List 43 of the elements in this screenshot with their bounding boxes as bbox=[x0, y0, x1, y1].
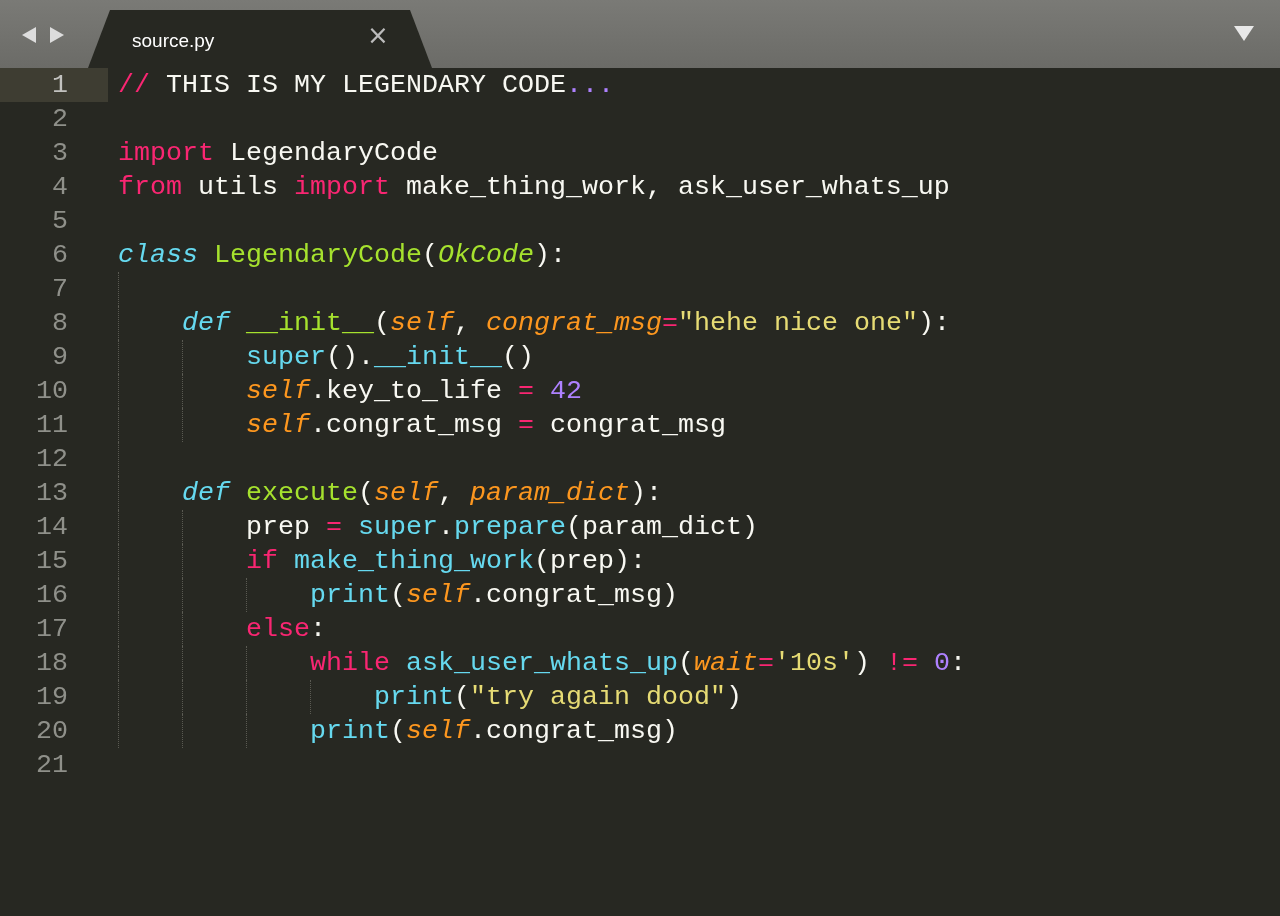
line-number: 9 bbox=[51, 341, 69, 374]
code-line: def __init__(self, congrat_msg="hehe nice one"): bbox=[182, 307, 950, 340]
code-line: print(self.congrat_msg) bbox=[310, 579, 678, 612]
line-number: 17 bbox=[35, 613, 69, 646]
line-number: 3 bbox=[51, 137, 69, 170]
tab-title: source.py bbox=[132, 29, 215, 53]
close-icon[interactable]: × bbox=[367, 22, 389, 48]
code-line: if make_thing_work(prep): bbox=[246, 545, 646, 578]
line-number: 20 bbox=[35, 715, 69, 748]
line-number: 2 bbox=[51, 103, 69, 136]
line-number: 10 bbox=[35, 375, 69, 408]
line-number: 7 bbox=[51, 273, 69, 306]
line-number: 13 bbox=[35, 477, 69, 510]
forward-arrow-icon[interactable] bbox=[49, 26, 65, 44]
code-line: class LegendaryCode(OkCode): bbox=[118, 239, 566, 272]
line-number: 11 bbox=[35, 409, 69, 442]
line-number: 21 bbox=[35, 749, 69, 782]
back-arrow-icon[interactable] bbox=[21, 26, 37, 44]
code-line: // THIS IS MY LEGENDARY CODE... bbox=[118, 69, 614, 102]
line-number: 4 bbox=[51, 171, 69, 204]
code-line: prep = super.prepare(param_dict) bbox=[246, 511, 758, 544]
line-number: 15 bbox=[35, 545, 69, 578]
line-number: 18 bbox=[35, 647, 69, 680]
code-line: def execute(self, param_dict): bbox=[182, 477, 662, 510]
code-line: while ask_user_whats_up(wait='10s') != 0: bbox=[310, 647, 966, 680]
file-tab[interactable]: source.py × bbox=[88, 10, 432, 68]
code-line: super().__init__() bbox=[246, 341, 534, 374]
line-number: 8 bbox=[51, 307, 69, 340]
line-number: 14 bbox=[35, 511, 69, 544]
code-line: self.congrat_msg = congrat_msg bbox=[246, 409, 726, 442]
code-line: print(self.congrat_msg) bbox=[310, 715, 678, 748]
line-number: 19 bbox=[35, 681, 69, 714]
line-number: 5 bbox=[51, 205, 69, 238]
code-line: self.key_to_life = 42 bbox=[246, 375, 582, 408]
line-number: 1 bbox=[0, 68, 108, 102]
code-line: print("try again dood") bbox=[374, 681, 742, 714]
code-line: else: bbox=[246, 613, 326, 646]
line-number: 12 bbox=[35, 443, 69, 476]
code-line: from utils import make_thing_work, ask_user_whats_up bbox=[118, 171, 950, 204]
dropdown-icon[interactable] bbox=[1234, 26, 1254, 41]
line-number: 6 bbox=[51, 239, 69, 272]
line-number: 16 bbox=[35, 579, 69, 612]
code-line: import LegendaryCode bbox=[118, 137, 438, 170]
